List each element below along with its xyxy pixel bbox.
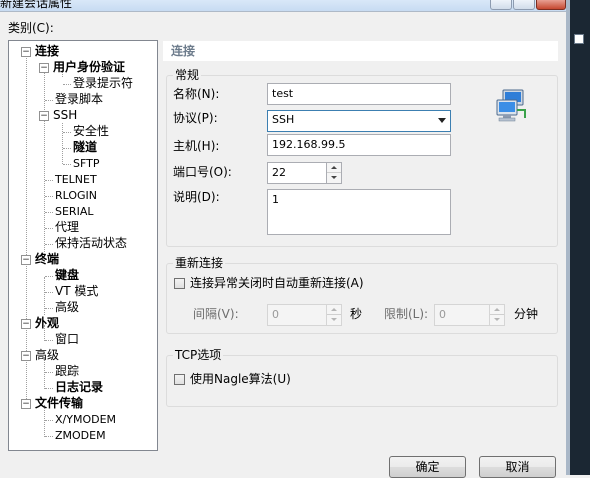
tree-line xyxy=(45,372,53,373)
tree-item-keyboard[interactable]: 键盘 xyxy=(55,268,79,283)
tree-item-terminal[interactable]: 终端 xyxy=(35,252,59,267)
collapse-icon[interactable]: − xyxy=(21,47,31,57)
tree-line xyxy=(44,277,45,315)
spin-up-icon[interactable] xyxy=(327,305,341,315)
limit-label: 限制(L): xyxy=(384,307,429,321)
collapse-icon[interactable]: − xyxy=(21,351,31,361)
tree-item-logging[interactable]: 日志记录 xyxy=(55,380,103,395)
tree-line xyxy=(45,276,53,277)
maximize-icon[interactable] xyxy=(513,0,535,10)
tree-item-terminal-advanced[interactable]: 高级 xyxy=(55,300,79,315)
spin-down-icon[interactable] xyxy=(327,173,341,183)
port-label: 端口号(O): xyxy=(173,165,232,179)
tree-line xyxy=(44,68,45,252)
name-input[interactable]: test xyxy=(267,83,451,105)
spin-up-icon[interactable] xyxy=(490,305,504,315)
protocol-value: SSH xyxy=(272,113,295,126)
general-group-title: 常规 xyxy=(173,67,202,83)
tree-line xyxy=(45,212,53,213)
collapse-icon[interactable]: − xyxy=(39,111,49,121)
port-spinner[interactable] xyxy=(326,162,342,184)
tree-line xyxy=(45,196,53,197)
limit-input[interactable]: 0 xyxy=(434,304,494,326)
interval-spinner[interactable] xyxy=(326,304,342,326)
tcp-group-title: TCP选项 xyxy=(173,347,224,363)
tree-item-tunneling[interactable]: 隧道 xyxy=(73,140,97,155)
interval-input[interactable]: 0 xyxy=(267,304,327,326)
collapse-icon[interactable]: − xyxy=(21,399,31,409)
port-input[interactable]: 22 xyxy=(267,162,327,184)
tree-line xyxy=(45,388,53,389)
window-edge xyxy=(566,0,570,475)
tree-item-connection[interactable]: 连接 xyxy=(35,44,59,59)
collapse-icon[interactable]: − xyxy=(21,255,31,265)
tree-line xyxy=(45,180,53,181)
tree-item-vt-mode[interactable]: VT 模式 xyxy=(55,284,98,299)
tree-item-security[interactable]: 安全性 xyxy=(73,124,109,139)
minutes-unit: 分钟 xyxy=(514,307,539,321)
tree-line xyxy=(62,123,63,164)
tree-item-sftp[interactable]: SFTP xyxy=(73,156,99,171)
tree-line xyxy=(45,308,53,309)
description-textarea[interactable]: 1 xyxy=(267,189,451,235)
tree-item-serial[interactable]: SERIAL xyxy=(55,204,93,219)
nagle-checkbox[interactable] xyxy=(174,374,185,385)
background-checkbox xyxy=(574,34,584,44)
spin-up-icon[interactable] xyxy=(327,163,341,173)
tree-item-keepalive[interactable]: 保持活动状态 xyxy=(55,236,127,251)
tree-item-advanced[interactable]: 高级 xyxy=(35,348,59,363)
auto-reconnect-label: 连接异常关闭时自动重新连接(A) xyxy=(190,276,364,290)
tree-line xyxy=(45,228,53,229)
reconnect-group-title: 重新连接 xyxy=(173,255,226,271)
tree-line xyxy=(63,148,71,149)
tree-line xyxy=(45,420,53,421)
window-title: 新建会话属性 xyxy=(0,0,73,10)
interval-label: 间隔(V): xyxy=(193,307,239,321)
tree-item-login-script[interactable]: 登录脚本 xyxy=(55,92,103,107)
network-computers-icon xyxy=(496,89,526,122)
seconds-unit: 秒 xyxy=(350,307,363,321)
tree-item-ssh[interactable]: SSH xyxy=(53,108,77,123)
tree-line xyxy=(63,132,71,133)
spin-down-icon[interactable] xyxy=(490,315,504,325)
nagle-label: 使用Nagle算法(U) xyxy=(190,372,291,386)
tree-line xyxy=(45,436,53,437)
category-label: 类别(C): xyxy=(8,21,54,35)
auto-reconnect-checkbox[interactable] xyxy=(174,278,185,289)
minimize-icon[interactable] xyxy=(490,0,512,10)
protocol-label: 协议(P): xyxy=(173,111,218,125)
protocol-select[interactable]: SSH xyxy=(267,110,451,132)
tree-item-auth[interactable]: 用户身份验证 xyxy=(53,60,125,75)
tree-item-proxy[interactable]: 代理 xyxy=(55,220,79,235)
description-label: 说明(D): xyxy=(173,190,220,204)
tree-line xyxy=(63,164,71,165)
host-label: 主机(H): xyxy=(173,139,220,153)
tree-item-tracing[interactable]: 跟踪 xyxy=(55,364,79,379)
tree-item-zmodem[interactable]: ZMODEM xyxy=(55,428,106,443)
background-window xyxy=(566,0,590,475)
tree-item-window[interactable]: 窗口 xyxy=(55,332,79,347)
tree-line xyxy=(63,84,71,85)
tree-item-telnet[interactable]: TELNET xyxy=(55,172,97,187)
tree-item-rlogin[interactable]: RLOGIN xyxy=(55,188,97,203)
tree-item-xymodem[interactable]: X/YMODEM xyxy=(55,412,116,427)
tree-line xyxy=(45,340,53,341)
host-input[interactable]: 192.168.99.5 xyxy=(267,134,451,156)
collapse-icon[interactable]: − xyxy=(21,319,31,329)
tree-line xyxy=(45,292,53,293)
close-icon[interactable] xyxy=(536,0,566,10)
panel-header: 连接 xyxy=(163,41,558,61)
title-bar: 新建会话属性 xyxy=(0,0,566,12)
tree-line xyxy=(45,244,53,245)
tree-item-login-prompts[interactable]: 登录提示符 xyxy=(73,76,133,91)
chevron-down-icon xyxy=(438,118,446,123)
name-label: 名称(N): xyxy=(173,87,220,101)
spin-down-icon[interactable] xyxy=(327,315,341,325)
tree-line xyxy=(45,100,53,101)
limit-spinner[interactable] xyxy=(489,304,505,326)
tree-item-file-transfer[interactable]: 文件传输 xyxy=(35,396,83,411)
collapse-icon[interactable]: − xyxy=(39,63,49,73)
tree-item-appearance[interactable]: 外观 xyxy=(35,316,59,331)
category-tree[interactable]: − 连接 − 用户身份验证 登录提示符 登录脚本 − SSH 安全性 隧道 SF… xyxy=(8,40,158,451)
